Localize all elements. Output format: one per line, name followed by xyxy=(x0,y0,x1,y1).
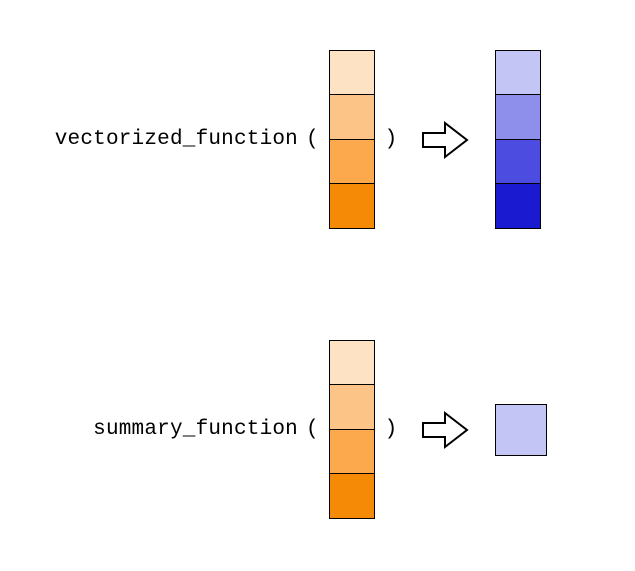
arrow-icon xyxy=(421,120,469,160)
function-name-label: summary_function xyxy=(48,418,300,441)
output-vector xyxy=(495,50,541,229)
input-cell xyxy=(329,340,375,386)
close-paren: ) xyxy=(379,128,404,151)
input-cell xyxy=(329,384,375,430)
input-cell xyxy=(329,50,375,96)
open-paren: ( xyxy=(300,128,325,151)
arrow-icon xyxy=(421,410,469,450)
input-cell xyxy=(329,139,375,185)
close-paren: ) xyxy=(379,418,404,441)
input-vector xyxy=(329,340,375,519)
input-cell xyxy=(329,429,375,475)
input-cell xyxy=(329,94,375,140)
vectorized-function-row: vectorized_function ( ) xyxy=(48,50,545,229)
function-name-label: vectorized_function xyxy=(48,128,300,151)
output-cell xyxy=(495,50,541,96)
output-cell xyxy=(495,404,547,456)
input-cell xyxy=(329,473,375,519)
output-cell xyxy=(495,94,541,140)
output-cell xyxy=(495,183,541,229)
summary-function-row: summary_function ( ) xyxy=(48,340,547,519)
output-scalar xyxy=(495,404,547,456)
output-cell xyxy=(495,139,541,185)
open-paren: ( xyxy=(300,418,325,441)
input-vector xyxy=(329,50,375,229)
input-cell xyxy=(329,183,375,229)
